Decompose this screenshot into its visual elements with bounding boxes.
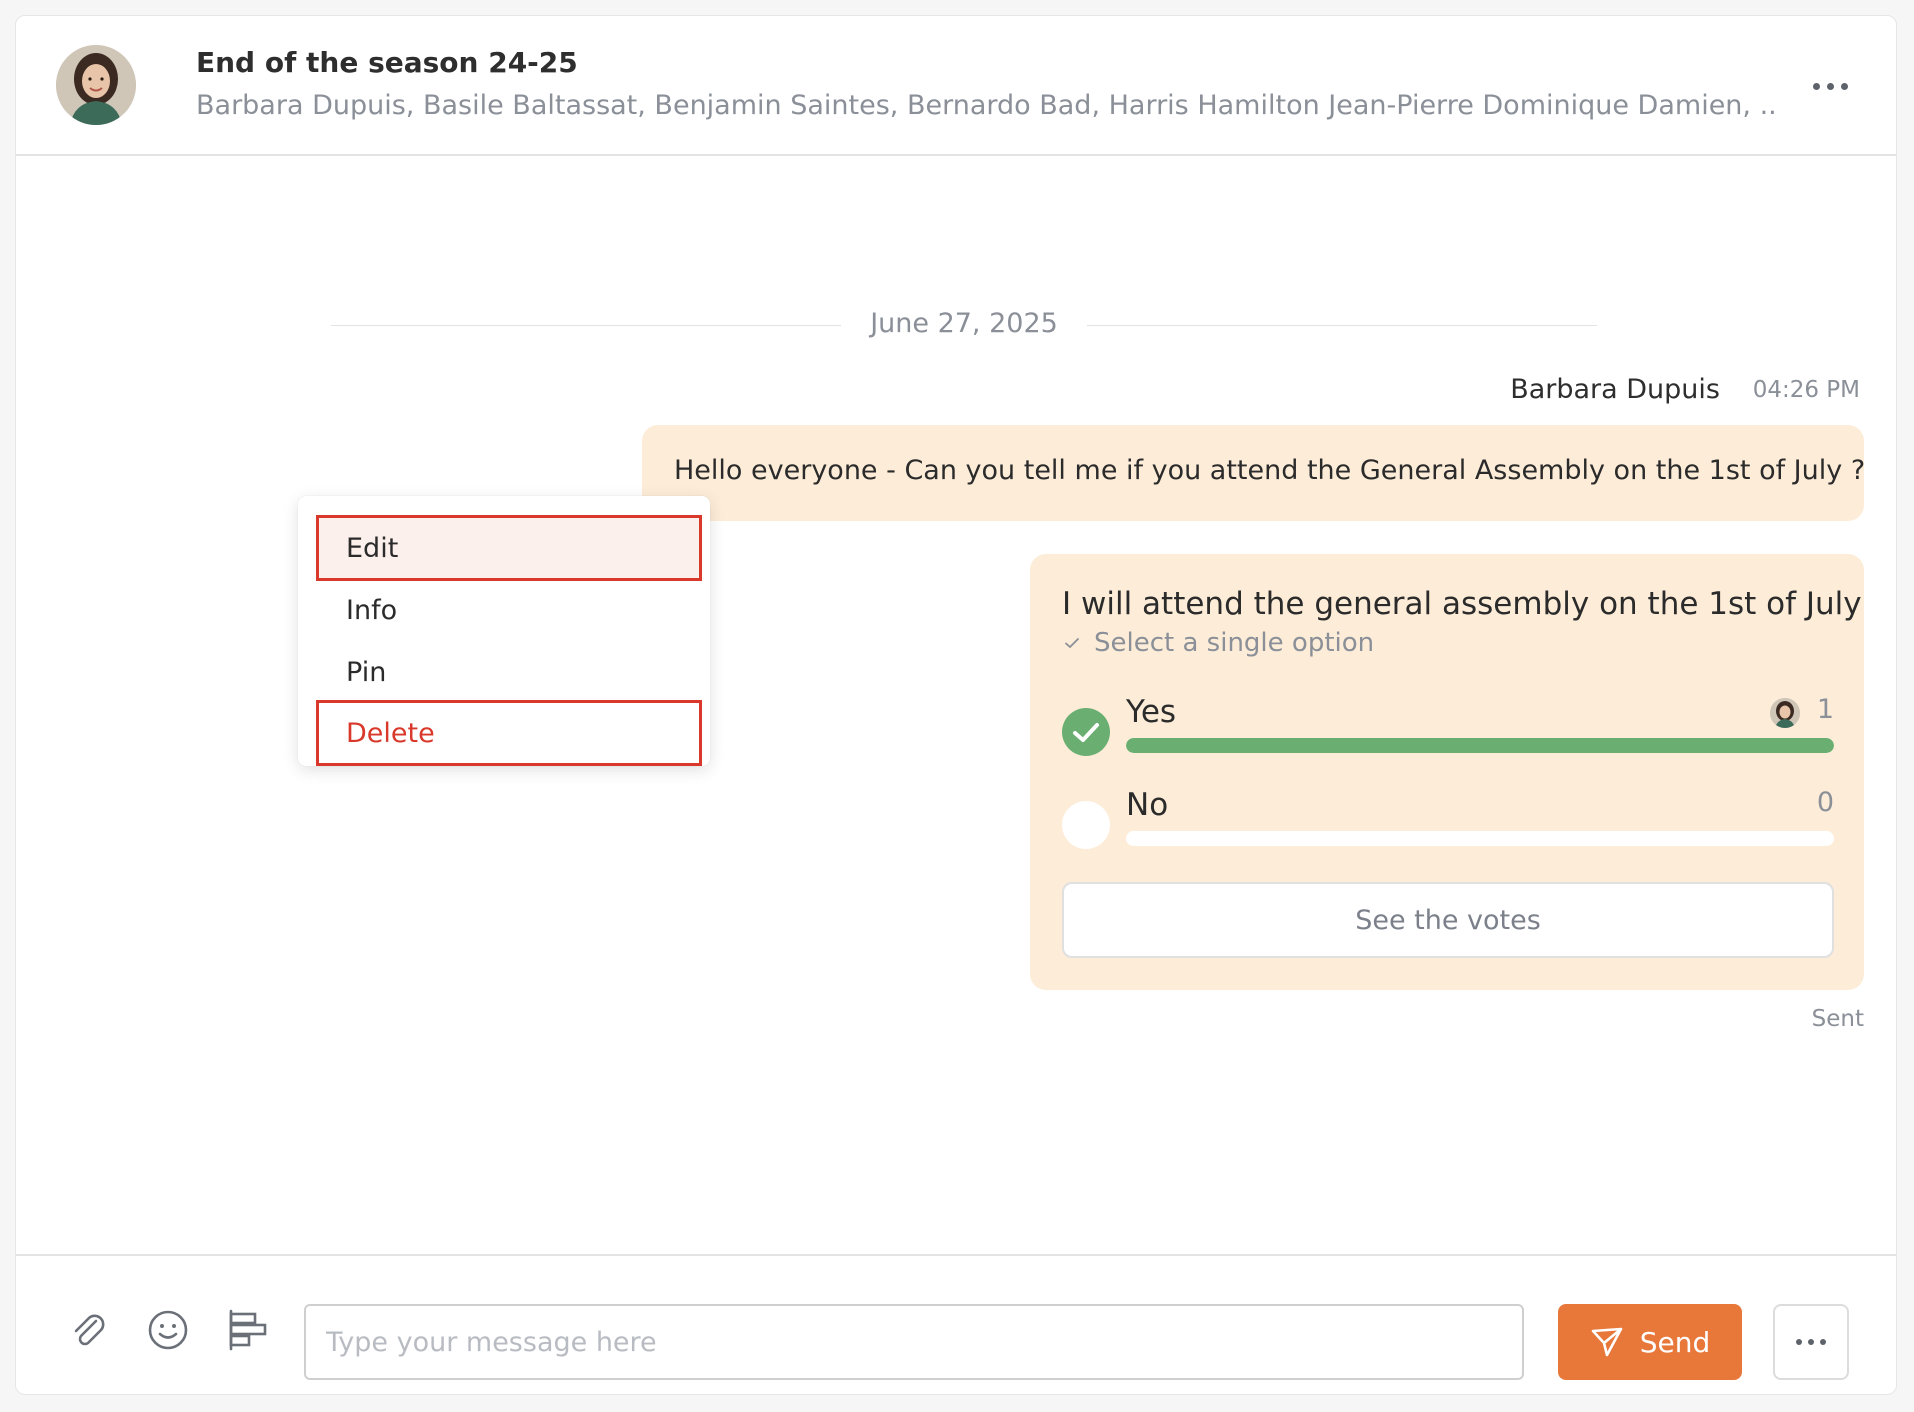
conversation-options-button[interactable] (1800, 66, 1860, 106)
conversation-title: End of the season 24-25 (196, 46, 578, 79)
poll-question: I will attend the general assembly on th… (1062, 586, 1862, 622)
menu-item-edit[interactable]: Edit (316, 515, 702, 581)
checkmark-icon (1073, 723, 1099, 742)
menu-item-info[interactable]: Info (316, 577, 702, 643)
chat-panel: End of the season 24-25 Barbara Dupuis, … (15, 15, 1897, 1395)
divider (1087, 325, 1597, 326)
paper-plane-icon (1591, 1327, 1623, 1357)
group-avatar[interactable] (56, 45, 136, 125)
poll-option-yes[interactable]: Yes 1 (1062, 694, 1834, 774)
poll-message: I will attend the general assembly on th… (1030, 554, 1864, 990)
poll-result-bar (1126, 831, 1834, 846)
send-label: Send (1639, 1325, 1711, 1359)
poll-hint: Select a single option (1062, 628, 1374, 658)
ellipsis-icon (1826, 82, 1834, 90)
ellipsis-icon (1812, 82, 1820, 90)
message-bubble[interactable]: Hello everyone - Can you tell me if you … (642, 425, 1864, 521)
poll-option-radio[interactable] (1062, 708, 1110, 756)
composer-more-button[interactable] (1773, 1304, 1849, 1380)
poll-option-radio[interactable] (1062, 801, 1110, 849)
poll-result-bar (1126, 738, 1834, 753)
poll-option-no[interactable]: No 0 (1062, 787, 1834, 867)
see-votes-button[interactable]: See the votes (1062, 882, 1834, 958)
poll-option-count: 1 (1816, 694, 1834, 725)
emoji-button[interactable] (144, 1306, 192, 1354)
poll-option-label: Yes (1126, 694, 1177, 730)
poll-option-label: No (1126, 787, 1169, 823)
send-button[interactable]: Send (1558, 1304, 1742, 1380)
poll-result-fill (1126, 738, 1834, 753)
date-separator: June 27, 2025 (331, 306, 1597, 346)
create-poll-button[interactable] (224, 1306, 272, 1354)
poll-icon (229, 1309, 267, 1351)
message-composer: Send (16, 1254, 1896, 1394)
poll-option-count: 0 (1816, 787, 1834, 818)
poll-hint-text: Select a single option (1094, 628, 1375, 658)
message-sender: Barbara Dupuis (1510, 374, 1720, 405)
participant-list[interactable]: Barbara Dupuis, Basile Baltassat, Benjam… (196, 90, 1776, 121)
message-time: 04:26 PM (1752, 377, 1860, 403)
message-input[interactable] (304, 1304, 1524, 1380)
message-context-menu: Edit Info Pin Delete (298, 496, 710, 766)
conversation-header: End of the season 24-25 Barbara Dupuis, … (16, 16, 1896, 156)
ellipsis-icon (1808, 1339, 1814, 1345)
delivery-status: Sent (1811, 1006, 1864, 1032)
menu-item-delete[interactable]: Delete (316, 700, 702, 766)
menu-item-pin[interactable]: Pin (316, 639, 702, 705)
paperclip-icon (74, 1314, 105, 1346)
ellipsis-icon (1840, 82, 1848, 90)
smiley-icon (148, 1310, 188, 1350)
attach-button[interactable] (64, 1306, 112, 1354)
ellipsis-icon (1820, 1339, 1826, 1345)
check-icon (1065, 638, 1079, 648)
date-label: June 27, 2025 (870, 308, 1058, 339)
voter-avatar (1770, 698, 1800, 728)
ellipsis-icon (1796, 1339, 1802, 1345)
